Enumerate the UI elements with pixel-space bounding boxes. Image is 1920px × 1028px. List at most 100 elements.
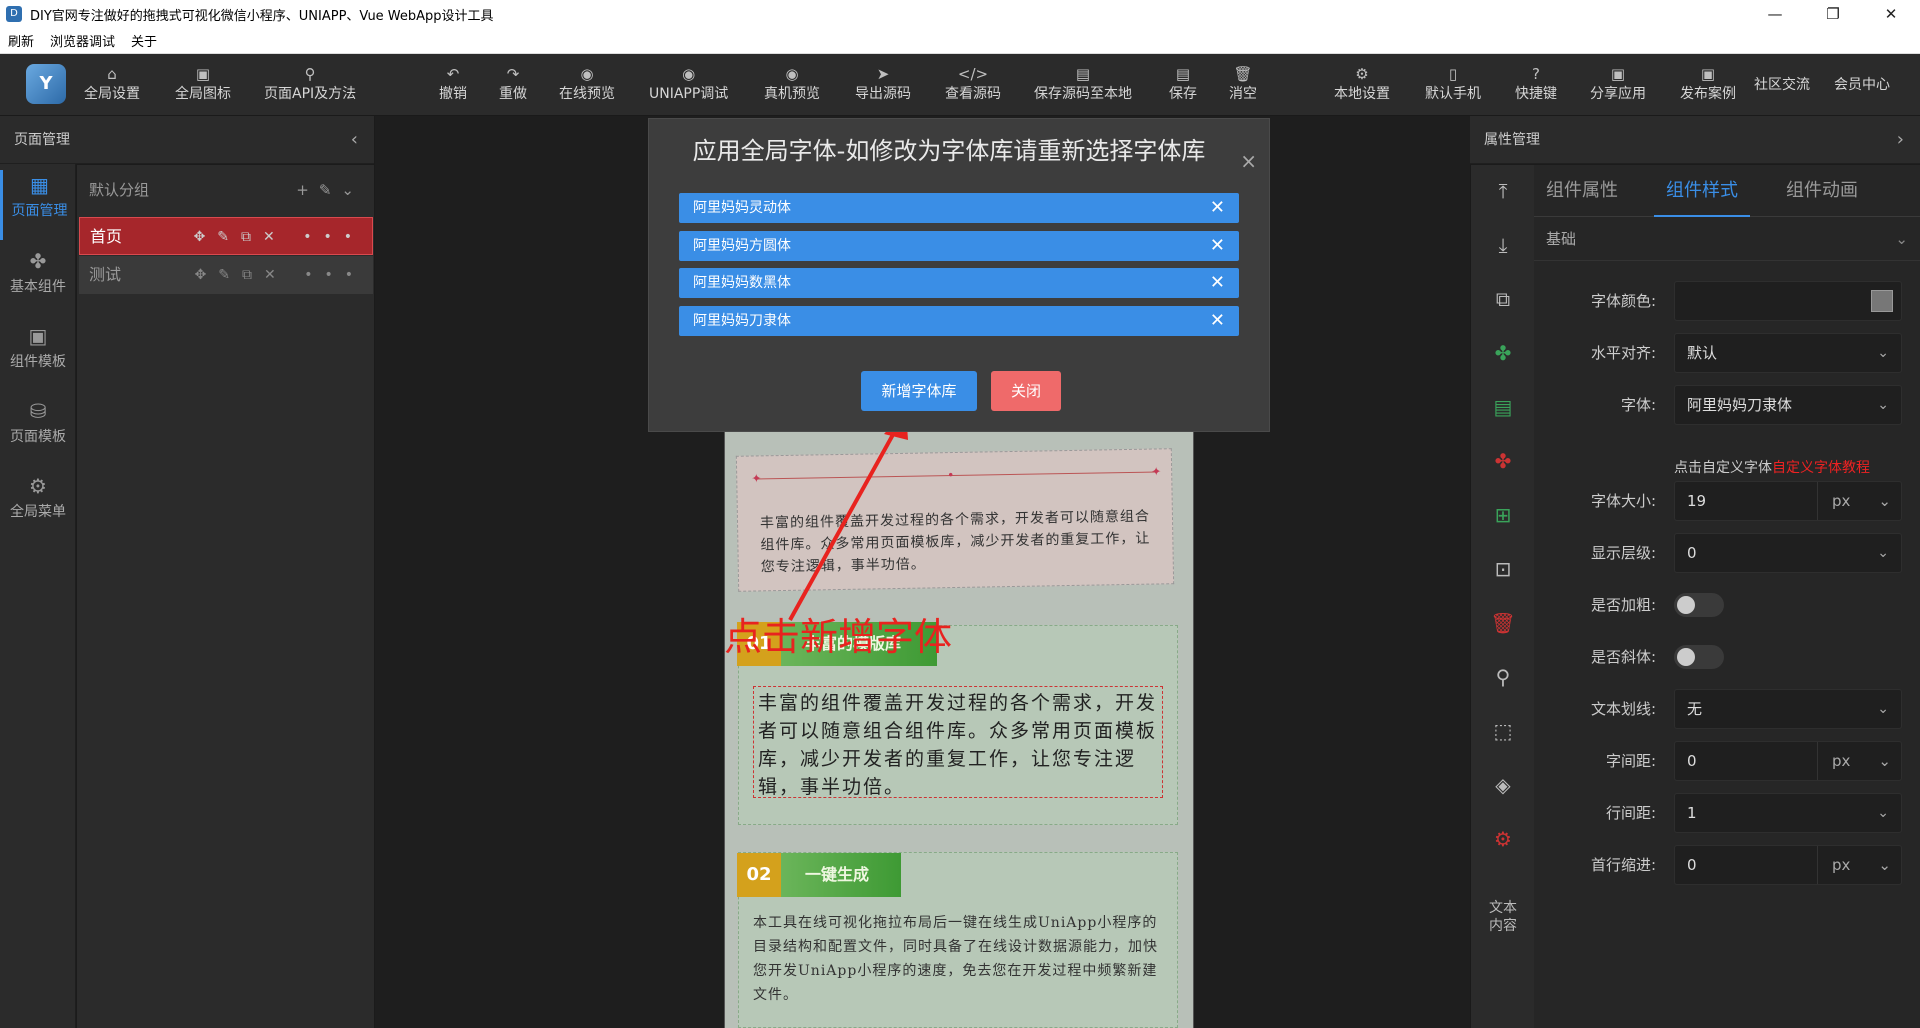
remove-font-icon[interactable]: ✕: [1210, 193, 1225, 223]
puzzle-icon[interactable]: ✤: [1471, 341, 1535, 365]
global-icons-button[interactable]: ▣ 全局图标: [175, 64, 231, 110]
indent-input[interactable]: 0 px ⌄: [1674, 845, 1902, 885]
dialog-close-icon[interactable]: ×: [1240, 149, 1257, 173]
more-icon[interactable]: •••: [304, 267, 365, 283]
z-index-select[interactable]: 0 ⌄: [1674, 533, 1902, 573]
page-name: 测试: [89, 265, 122, 284]
menu-refresh[interactable]: 刷新: [0, 31, 42, 50]
redo-button[interactable]: ↷ 重做: [499, 64, 527, 110]
share-app-button[interactable]: ▣ 分享应用: [1590, 64, 1646, 110]
decoration-select[interactable]: 无 ⌄: [1674, 689, 1902, 729]
tab-component-props[interactable]: 组件属性: [1534, 165, 1630, 217]
font-color-picker[interactable]: [1674, 281, 1902, 321]
rail-page-templates[interactable]: ⛁ 页面模板: [0, 396, 76, 466]
rail-global-menu[interactable]: ⚙ 全局菜单: [0, 471, 76, 541]
community-link[interactable]: 社区交流: [1754, 74, 1810, 120]
layers-icon[interactable]: ◈: [1471, 773, 1535, 797]
property-panel: 组件属性 组件样式 组件动画 基础 ⌄ 字体颜色: 水平对齐: 默认 ⌄ 字体: 阿…: [1534, 165, 1920, 1028]
clear-button[interactable]: 🗑 消空: [1229, 64, 1257, 110]
line-height-select[interactable]: 1 ⌄: [1674, 793, 1902, 833]
settings-doc-icon: ⌂: [107, 65, 117, 83]
left-rail: ▦ 页面管理 ✤ 基本组件 ▣ 组件模板 ⛁ 页面模板 ⚙ 全局菜单: [0, 116, 76, 1028]
unit-select[interactable]: px ⌄: [1817, 482, 1901, 520]
move-top-icon[interactable]: ⤒: [1471, 179, 1535, 203]
add-doc-icon[interactable]: ⊞: [1471, 503, 1535, 527]
view-source-button[interactable]: </> 查看源码: [945, 64, 1001, 110]
local-settings-button[interactable]: ⚙ 本地设置: [1334, 64, 1390, 110]
save-button[interactable]: ▤ 保存: [1169, 64, 1197, 110]
collapse-right-icon[interactable]: ›: [1897, 116, 1904, 164]
font-item[interactable]: 阿里妈妈灵动体 ✕: [679, 193, 1239, 223]
gear-icon[interactable]: ⚙: [1471, 827, 1535, 851]
letter-spacing-input[interactable]: 0 px ⌄: [1674, 741, 1902, 781]
tab-component-style[interactable]: 组件样式: [1654, 165, 1750, 217]
link-icon[interactable]: ⚲: [1471, 665, 1535, 689]
page-item-test[interactable]: 测试 ✥✎⧉✕ •••: [79, 256, 373, 294]
page-tools[interactable]: ✥✎⧉✕ •••: [194, 218, 364, 256]
trash-icon: 🗑: [1233, 65, 1253, 83]
collapse-left-icon[interactable]: ‹: [351, 116, 358, 164]
font-item[interactable]: 阿里妈妈数黑体 ✕: [679, 268, 1239, 298]
default-phone-button[interactable]: ▯ 默认手机: [1425, 64, 1481, 110]
select-icon[interactable]: ⬚: [1471, 719, 1535, 743]
minimize-icon[interactable]: —: [1746, 0, 1804, 28]
shortcuts-button[interactable]: ? 快捷键: [1515, 64, 1557, 110]
unit-select[interactable]: px ⌄: [1817, 846, 1901, 884]
color-swatch[interactable]: [1871, 290, 1893, 312]
menu-about[interactable]: 关于: [123, 31, 165, 50]
font-item[interactable]: 阿里妈妈方圆体 ✕: [679, 231, 1239, 261]
align-select[interactable]: 默认 ⌄: [1674, 333, 1902, 373]
unlock-icon[interactable]: ⊡: [1471, 557, 1535, 581]
page-tools[interactable]: ✥✎⧉✕ •••: [195, 256, 365, 294]
remove-font-icon[interactable]: ✕: [1210, 231, 1225, 261]
page-item-home[interactable]: 首页 ✥✎⧉✕ •••: [79, 217, 373, 255]
export-source-button[interactable]: ➤ 导出源码: [855, 64, 911, 110]
member-center-link[interactable]: 会员中心: [1834, 74, 1890, 120]
online-preview-button[interactable]: ◉ 在线预览: [559, 64, 615, 110]
uniapp-debug-button[interactable]: ◉ UNIAPP调试: [649, 64, 728, 110]
prop-line-height: 行间距: 1 ⌄: [1534, 791, 1920, 835]
font-size-input[interactable]: 19 px ⌄: [1674, 481, 1902, 521]
section-basic[interactable]: 基础 ⌄: [1534, 217, 1920, 261]
logo: Y: [26, 64, 66, 104]
dialog-title: 应用全局字体-如修改为字体库请重新选择字体库: [692, 137, 1206, 165]
page-name: 首页: [90, 227, 123, 246]
puzzle-icon[interactable]: ✤: [1471, 449, 1535, 473]
save-source-local-button[interactable]: ▤ 保存源码至本地: [1034, 64, 1132, 110]
chevron-down-icon: ⌄: [1877, 545, 1889, 561]
tab-component-animation[interactable]: 组件动画: [1774, 165, 1870, 217]
copy-icon[interactable]: ⧉: [1471, 287, 1535, 311]
menu-browser-debug[interactable]: 浏览器调试: [42, 31, 123, 50]
rail-page-manager[interactable]: ▦ 页面管理: [0, 170, 76, 240]
remove-font-icon[interactable]: ✕: [1210, 268, 1225, 298]
help-icon: ?: [1532, 65, 1540, 83]
device-preview-button[interactable]: ◉ 真机预览: [764, 64, 820, 110]
italic-toggle[interactable]: [1674, 645, 1724, 669]
chevron-down-icon: ⌄: [1877, 397, 1889, 413]
unit-select[interactable]: px ⌄: [1817, 742, 1901, 780]
bold-toggle[interactable]: [1674, 593, 1724, 617]
page-api-button[interactable]: ⚲ 页面API及方法: [264, 64, 356, 110]
font-item[interactable]: 阿里妈妈刀隶体 ✕: [679, 306, 1239, 336]
more-icon[interactable]: •••: [303, 229, 364, 245]
remove-font-icon[interactable]: ✕: [1210, 306, 1225, 336]
text-content-button[interactable]: 文本 内容: [1471, 899, 1535, 935]
close-dialog-button[interactable]: 关闭: [991, 371, 1061, 411]
close-window-icon[interactable]: ✕: [1862, 0, 1920, 28]
add-font-library-button[interactable]: 新增字体库: [861, 371, 977, 411]
trash-icon[interactable]: 🗑: [1471, 611, 1535, 635]
font-select[interactable]: 阿里妈妈刀隶体 ⌄: [1674, 385, 1902, 425]
chevron-down-icon: ⌄: [1877, 701, 1889, 717]
global-settings-button[interactable]: ⌂ 全局设置: [84, 64, 140, 110]
restore-icon[interactable]: ❐: [1804, 0, 1862, 28]
rail-component-templates[interactable]: ▣ 组件模板: [0, 321, 76, 391]
document-icon[interactable]: ▤: [1471, 395, 1535, 419]
card-text[interactable]: 丰富的组件覆盖开发过程的各个需求，开发者可以随意组合组件库。众多常用页面模板库，…: [753, 686, 1163, 798]
undo-button[interactable]: ↶ 撤销: [439, 64, 467, 110]
group-tools[interactable]: +✎⌄: [296, 165, 364, 215]
rail-basic-components[interactable]: ✤ 基本组件: [0, 246, 76, 316]
publish-case-button[interactable]: ▣ 发布案例: [1680, 64, 1736, 110]
move-bottom-icon[interactable]: ⤓: [1471, 233, 1535, 257]
preview-card-3[interactable]: 02 一键生成 本工具在线可视化拖拉布局后一键在线生成UniApp小程序的目录结…: [737, 852, 1178, 1028]
font-tutorial-link[interactable]: 自定义字体教程: [1772, 460, 1870, 476]
